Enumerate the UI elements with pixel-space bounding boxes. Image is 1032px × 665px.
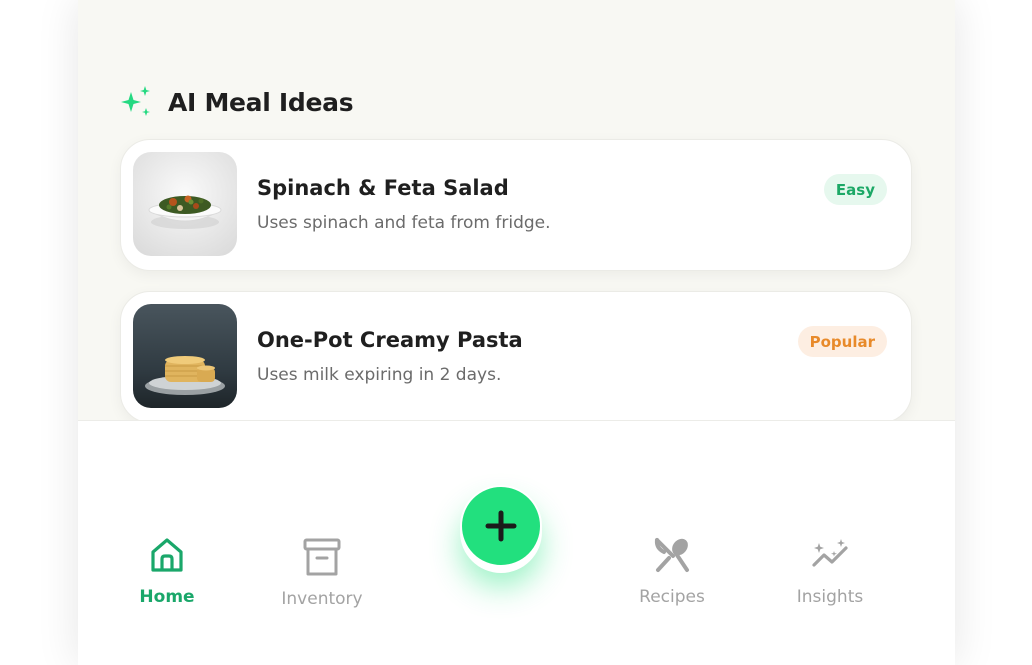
nav-label-inventory: Inventory: [281, 589, 363, 609]
meal-title: One-Pot Creamy Pasta: [257, 328, 523, 352]
meal-title: Spinach & Feta Salad: [257, 176, 509, 200]
nav-item-insights[interactable]: Insights: [770, 535, 890, 607]
nav-item-inventory[interactable]: Inventory: [262, 535, 382, 609]
nav-label-home: Home: [139, 587, 195, 607]
popularity-badge: Popular: [797, 326, 887, 357]
nav-item-recipes[interactable]: Recipes: [612, 535, 732, 607]
meal-image-pasta: [133, 304, 237, 408]
meal-image-salad: [133, 152, 237, 256]
add-item-button[interactable]: [460, 485, 542, 567]
trend-sparkle-icon: [812, 539, 848, 567]
meal-card[interactable]: One-Pot Creamy Pasta Uses milk expiring …: [120, 291, 912, 423]
ai-meal-ideas-header: AI Meal Ideas: [118, 84, 354, 120]
plus-icon: [485, 510, 517, 542]
fork-spoon-icon: [654, 538, 689, 572]
nav-item-home[interactable]: Home: [107, 535, 227, 607]
bottom-navigation: Home Inventory Recipes Insights: [78, 420, 955, 665]
nav-label-recipes: Recipes: [639, 587, 705, 607]
archive-box-icon: [303, 538, 341, 576]
difficulty-badge: Easy: [823, 174, 887, 205]
meal-subtitle: Uses spinach and feta from fridge.: [257, 213, 551, 233]
nav-label-insights: Insights: [796, 587, 864, 607]
home-icon: [151, 538, 183, 572]
sparkles-icon: [121, 86, 150, 116]
meal-card[interactable]: Spinach & Feta Salad Uses spinach and fe…: [120, 139, 912, 271]
section-title: AI Meal Ideas: [168, 87, 354, 117]
meal-subtitle: Uses milk expiring in 2 days.: [257, 365, 502, 385]
app-screen: AI Meal Ideas Spinach & Feta Salad Uses …: [78, 0, 955, 665]
